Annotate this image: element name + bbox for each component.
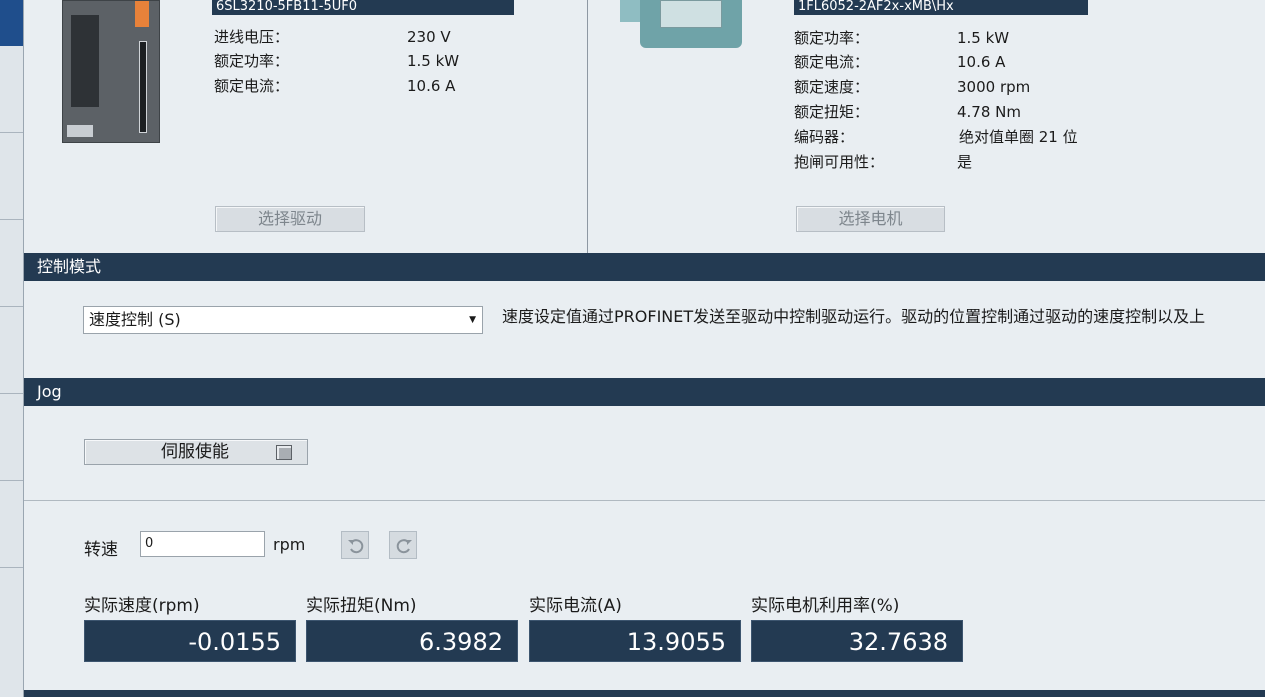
spec-label: 额定速度： [794,78,870,96]
control-mode-description: 速度设定值通过PROFINET发送至驱动中控制驱动运行。驱动的位置控制通过驱动的… [502,307,1206,326]
drive-connector [139,41,147,133]
motor-image [620,0,742,48]
drive-terminal-strip [71,15,99,107]
rotate-cw-icon [396,539,412,554]
rail-divider [0,393,23,394]
spec-value: 是 [957,153,973,171]
meter-label-torque: 实际扭矩(Nm) [306,596,417,616]
spec-value: 10.6 A [407,77,456,95]
meter-speed-value: -0.0155 [84,620,296,662]
drive-label-plate [67,125,93,137]
spec-value: 230 V [407,28,451,46]
meter-label-speed: 实际速度(rpm) [84,596,200,616]
spec-value: 10.6 A [957,53,1006,71]
select-motor-button[interactable]: 选择电机 [796,206,945,232]
panel-divider [587,0,588,253]
spec-label: 额定扭矩： [794,103,870,121]
spec-value: 3000 rpm [957,78,1031,96]
speed-unit: rpm [273,535,306,554]
servo-enable-button[interactable]: 伺服使能 [84,439,308,465]
left-rail [0,0,24,697]
spec-value: 绝对值单圈 21 位 [959,128,1078,146]
rail-divider [0,480,23,481]
rail-divider [0,306,23,307]
spec-label: 额定电流： [214,77,290,95]
jog-header: Jog [24,378,1265,406]
drive-connector-orange [135,1,149,27]
checkbox-icon[interactable] [276,445,292,460]
spec-label: 编码器： [794,128,855,146]
meter-label-utilization: 实际电机利用率(%) [751,596,900,616]
speed-label: 转速 [84,540,118,560]
rotate-ccw-icon [348,539,364,554]
rotate-cw-button[interactable] [389,531,417,559]
spec-label: 额定功率： [794,29,870,47]
drive-model: 6SL3210-5FB11-5UF0 [212,0,514,15]
control-mode-selected: 速度控制 (S) [89,310,181,329]
control-mode-select[interactable]: 速度控制 (S) ▼ [83,306,483,334]
spec-label: 额定功率： [214,52,290,70]
spec-label: 抱闸可用性： [794,153,885,171]
dropdown-arrow-icon[interactable]: ▼ [469,307,476,333]
bottom-section-bar [24,690,1265,697]
rotate-ccw-button[interactable] [341,531,369,559]
control-mode-header: 控制模式 [24,253,1265,281]
spec-value: 1.5 kW [957,29,1010,47]
drive-image [62,0,160,143]
motor-nameplate [660,0,722,28]
meter-torque-value: 6.3982 [306,620,518,662]
rail-active-tab[interactable] [0,0,23,46]
section-divider [24,500,1265,501]
spec-value: 4.78 Nm [957,103,1021,121]
spec-value: 1.5 kW [407,52,460,70]
motor-model: 1FL6052-2AF2x-xMB\Hx [794,0,1088,15]
motor-flange [620,0,640,22]
rail-divider [0,219,23,220]
meter-label-current: 实际电流(A) [529,596,622,616]
servo-enable-label: 伺服使能 [161,442,229,462]
speed-input[interactable]: 0 [140,531,265,557]
select-drive-button[interactable]: 选择驱动 [215,206,365,232]
spec-label: 额定电流： [794,53,870,71]
rail-divider [0,567,23,568]
meter-current-value: 13.9055 [529,620,741,662]
rail-divider [0,132,23,133]
meter-utilization-value: 32.7638 [751,620,963,662]
spec-label: 进线电压： [214,28,290,46]
